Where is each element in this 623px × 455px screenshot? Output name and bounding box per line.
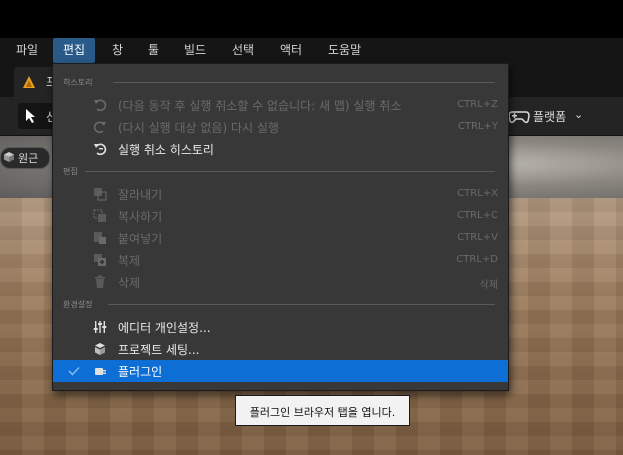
shortcut-label: CTRL+D	[456, 254, 498, 265]
shortcut-label: CTRL+Z	[457, 99, 498, 110]
shortcut-label: 삭제	[479, 280, 498, 291]
shortcut-label: CTRL+Y	[457, 121, 498, 132]
menu-build[interactable]: 빌드	[174, 38, 216, 63]
trash-icon	[95, 275, 105, 288]
menu-window[interactable]: 창	[102, 38, 133, 63]
divider	[113, 82, 495, 83]
shortcut-label: CTRL+C	[457, 210, 498, 221]
platform-label: 플랫폼	[533, 110, 567, 124]
menu-item-label: 잘라내기	[118, 188, 163, 202]
menu-select[interactable]: 선택	[222, 38, 264, 63]
section-header-edit: 편집	[63, 167, 78, 176]
menu-tools[interactable]: 툴	[138, 38, 169, 63]
project-settings-icon	[95, 343, 105, 355]
menu-item-label: 프로젝트 세팅...	[118, 343, 200, 357]
menu-item-undo-history[interactable]: 실행 취소 히스토리	[53, 138, 508, 160]
menu-item-label: (다음 동작 후 실행 취소할 수 없습니다: 새 맵) 실행 취소	[118, 99, 402, 113]
chevron-down-icon: ⌄	[574, 108, 584, 121]
menu-item-copy: 복사하기 CTRL+C	[53, 205, 508, 227]
menu-item-label: 에디터 개인설정...	[118, 321, 211, 335]
divider	[108, 304, 495, 305]
section-header-preferences: 환경설정	[63, 300, 93, 309]
undo-history-icon	[94, 143, 107, 156]
menu-item-label: 플러그인	[118, 365, 163, 379]
menu-item-duplicate: 복제 CTRL+D	[53, 249, 508, 271]
checkmark-icon	[68, 366, 80, 376]
divider	[85, 171, 495, 172]
plugin-icon	[95, 368, 106, 375]
menu-item-label: 복사하기	[118, 210, 163, 224]
menu-item-editor-preferences[interactable]: 에디터 개인설정...	[53, 316, 508, 338]
menu-item-paste: 붙여넣기 CTRL+V	[53, 227, 508, 249]
duplicate-icon	[94, 254, 106, 266]
menu-item-plugins[interactable]: 플러그인	[53, 360, 508, 382]
menu-item-label: 복제	[118, 254, 141, 268]
title-bar	[0, 0, 623, 38]
menu-item-label: (다시 실행 대상 없음) 다시 실행	[118, 121, 279, 135]
section-header-history: 히스토리	[63, 78, 93, 87]
perspective-label: 원근	[18, 152, 39, 165]
perspective-button[interactable]: 원근	[0, 147, 50, 169]
paste-icon	[94, 232, 106, 244]
shortcut-label: CTRL+X	[457, 188, 498, 199]
menu-file[interactable]: 파일	[6, 38, 48, 63]
menu-help[interactable]: 도움말	[318, 38, 371, 63]
menu-edit[interactable]: 편집	[53, 38, 96, 63]
menu-item-project-settings[interactable]: 프로젝트 세팅...	[53, 338, 508, 360]
tooltip-text: 플러그인 브라우저 탭을 엽니다.	[249, 406, 396, 419]
menu-item-redo: (다시 실행 대상 없음) 다시 실행 CTRL+Y	[53, 116, 508, 138]
cube-icon	[4, 152, 14, 162]
menu-item-cut: 잘라내기 CTRL+X	[53, 183, 508, 205]
menu-actor[interactable]: 액터	[270, 38, 312, 63]
menu-item-label: 삭제	[118, 276, 141, 290]
gamepad-icon	[508, 111, 530, 124]
edit-menu-dropdown: 히스토리 (다음 동작 후 실행 취소할 수 없습니다: 새 맵) 실행 취소 …	[52, 63, 509, 391]
cut-icon	[94, 188, 107, 201]
redo-icon	[93, 121, 106, 134]
menu-item-undo: (다음 동작 후 실행 취소할 수 없습니다: 새 맵) 실행 취소 CTRL+…	[53, 94, 508, 116]
copy-icon	[93, 209, 106, 222]
sliders-icon	[93, 321, 107, 333]
menu-item-label: 실행 취소 히스토리	[118, 143, 214, 157]
level-icon	[23, 76, 35, 88]
shortcut-label: CTRL+V	[457, 232, 498, 243]
plugins-tooltip: 플러그인 브라우저 탭을 엽니다.	[235, 395, 410, 426]
menu-item-delete: 삭제 삭제	[53, 271, 508, 293]
menu-item-label: 붙여넣기	[118, 232, 163, 246]
undo-icon	[94, 99, 107, 112]
cursor-icon	[26, 109, 35, 123]
menu-bar: 파일 편집 창 툴 빌드 선택 액터 도움말	[0, 38, 623, 63]
